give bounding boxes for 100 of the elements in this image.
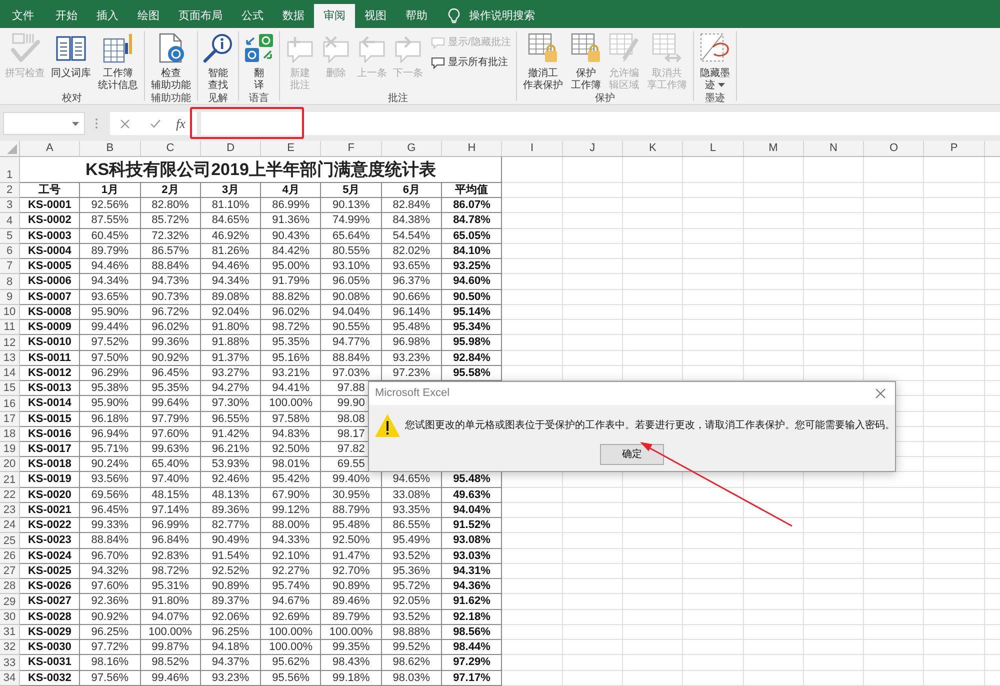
ribbon-button[interactable]: 翻译 — [244, 32, 274, 92]
row-header[interactable]: 18 — [0, 426, 20, 442]
column-header[interactable]: N — [804, 141, 864, 156]
ribbon-button[interactable]: 检查辅助功能 — [150, 32, 192, 92]
ribbon-button[interactable]: 工作簿统计信息 — [97, 32, 139, 92]
ribbon-tab[interactable]: 数据 — [273, 4, 314, 28]
row-header[interactable]: 22 — [0, 488, 20, 503]
table-cell: 87.55% — [80, 213, 141, 229]
ribbon-tab[interactable]: 绘图 — [128, 4, 169, 28]
column-header[interactable]: O — [864, 141, 924, 156]
ribbon-group-label: 见解 — [208, 92, 228, 105]
row-header[interactable]: 19 — [0, 442, 20, 458]
row-header[interactable]: 3 — [0, 198, 20, 214]
row-header[interactable]: 17 — [0, 412, 20, 427]
column-header[interactable]: F — [321, 141, 382, 156]
row-header[interactable]: 9 — [0, 290, 20, 305]
column-header[interactable]: C — [140, 141, 201, 156]
ribbon-tab[interactable]: 审阅 — [314, 4, 355, 28]
row-header[interactable]: 4 — [0, 213, 20, 229]
table-cell: KS-0022 — [20, 518, 80, 534]
row-header[interactable]: 1 — [0, 157, 20, 183]
ribbon-tab[interactable]: 插入 — [87, 4, 128, 28]
table-cell: KS-0012 — [20, 366, 80, 382]
ribbon-button[interactable]: 智能查找 — [203, 32, 233, 92]
ribbon-button[interactable]: 同义词库 — [51, 32, 91, 80]
table-cell: KS-0024 — [20, 548, 80, 564]
row-header[interactable]: 13 — [0, 350, 20, 366]
row-header[interactable]: 31 — [0, 624, 20, 640]
row-header[interactable]: 14 — [0, 366, 20, 382]
table-cell: 99.12% — [261, 502, 322, 518]
column-header[interactable]: L — [683, 141, 744, 156]
tell-me-button[interactable]: 操作说明搜索 — [448, 4, 535, 28]
table-cell: 72.32% — [140, 228, 201, 244]
row-header[interactable]: 20 — [0, 457, 20, 472]
row-header[interactable]: 32 — [0, 640, 20, 656]
table-cell: 98.52% — [140, 655, 201, 670]
table-cell: 90.08% — [321, 290, 382, 305]
column-header[interactable]: A — [20, 141, 80, 156]
ok-button[interactable]: 确定 — [600, 444, 664, 465]
column-header[interactable]: B — [80, 141, 141, 156]
title-cell: KS科技有限公司2019上半年部门满意度统计表 — [20, 157, 502, 183]
table-cell: KS-0020 — [20, 488, 80, 503]
ribbon-tab[interactable]: 公式 — [232, 4, 273, 28]
ribbon-tab[interactable]: 页面布局 — [169, 4, 232, 28]
ribbon-tab[interactable]: 视图 — [355, 4, 396, 28]
ribbon-tab[interactable]: 文件 — [0, 4, 46, 28]
ribbon-button[interactable]: 隐藏墨迹 — [698, 32, 731, 92]
name-box[interactable] — [3, 112, 85, 135]
row-header[interactable]: 6 — [0, 244, 20, 260]
table-cell: 94.67% — [261, 594, 322, 610]
row-header[interactable]: 21 — [0, 472, 20, 488]
row-header[interactable]: 16 — [0, 396, 20, 412]
ribbon-button[interactable]: 显示所有批注 — [431, 56, 511, 70]
row-header[interactable]: 2 — [0, 183, 20, 198]
triangle-icon[interactable] — [7, 144, 17, 154]
row-header[interactable]: 10 — [0, 304, 20, 320]
row-header[interactable]: 25 — [0, 533, 20, 549]
warning-icon — [374, 413, 401, 438]
ribbon-tab[interactable]: 开始 — [46, 4, 87, 28]
column-header[interactable]: P — [924, 141, 985, 156]
table-cell: 98.56% — [442, 624, 502, 640]
row-header[interactable]: 34 — [0, 670, 20, 686]
table-cell: 94.46% — [80, 259, 141, 274]
row-header[interactable]: 7 — [0, 259, 20, 274]
row-header[interactable]: 11 — [0, 320, 20, 336]
table-cell: 88.82% — [261, 290, 322, 305]
row-header[interactable]: 8 — [0, 274, 20, 290]
row-header[interactable]: 27 — [0, 564, 20, 580]
ribbon-button[interactable]: 保护工作簿 — [570, 32, 602, 92]
row-header[interactable]: 5 — [0, 228, 20, 244]
row-header[interactable]: 30 — [0, 610, 20, 625]
row-header[interactable]: 12 — [0, 335, 20, 351]
row-header[interactable]: 26 — [0, 548, 20, 564]
column-header[interactable]: H — [442, 141, 502, 156]
ribbon-tab[interactable]: 帮助 — [396, 4, 437, 28]
formula-input[interactable] — [201, 112, 1000, 135]
row-header[interactable]: 24 — [0, 518, 20, 534]
table-cell: 91.62% — [442, 594, 502, 610]
table-cell: KS-0005 — [20, 259, 80, 274]
row-header[interactable]: 33 — [0, 655, 20, 670]
column-header[interactable]: K — [622, 141, 684, 156]
insert-function-button[interactable]: fx — [176, 114, 186, 134]
column-header[interactable]: E — [261, 141, 322, 156]
row-header[interactable]: 23 — [0, 502, 20, 518]
column-title-cell: 平均值 — [442, 183, 502, 198]
column-header[interactable]: M — [744, 141, 804, 156]
column-header[interactable]: D — [200, 141, 262, 156]
ribbon-button[interactable]: 撤消工作表保护 — [522, 32, 564, 92]
table-cell: 92.04% — [200, 304, 262, 320]
column-header[interactable]: I — [502, 141, 563, 156]
column-header[interactable]: G — [382, 141, 442, 156]
row-header[interactable]: 15 — [0, 381, 20, 396]
table-cell: 84.10% — [442, 244, 502, 260]
row-header[interactable]: 28 — [0, 579, 20, 594]
dialog-message: 您试图更改的单元格或图表位于受保护的工作表中。若要进行更改，请取消工作表保护。您可能需要输入密码。 — [405, 418, 895, 432]
column-header[interactable]: J — [562, 141, 623, 156]
row-header[interactable]: 29 — [0, 594, 20, 610]
comment-delete-icon — [323, 35, 349, 63]
table-cell: KS-0002 — [20, 213, 80, 229]
table-cell: 94.36% — [442, 579, 502, 594]
